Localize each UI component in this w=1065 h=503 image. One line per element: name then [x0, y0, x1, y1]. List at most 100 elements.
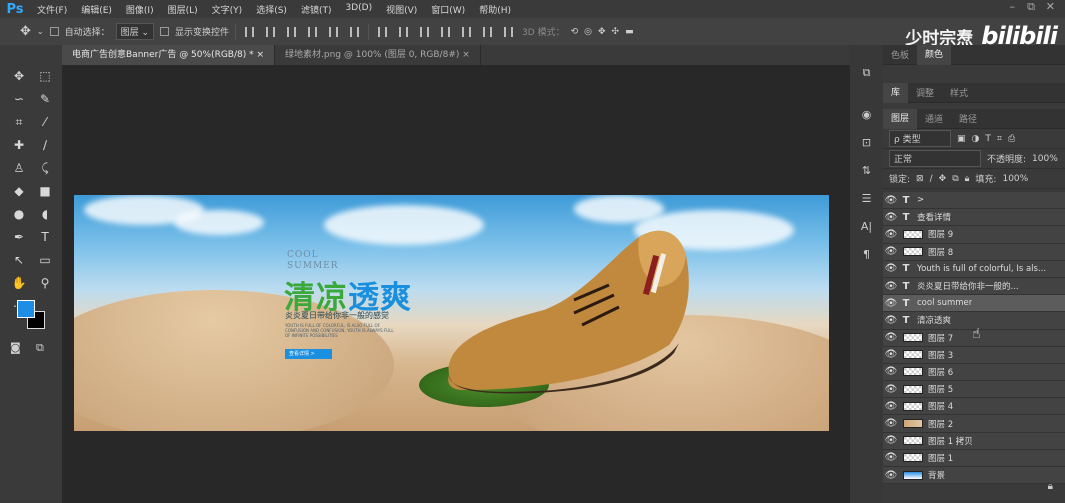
- 3d-pan-icon[interactable]: ✥: [598, 27, 606, 37]
- tab-channels[interactable]: 通道: [917, 112, 951, 125]
- eraser-tool-icon[interactable]: ◆: [8, 182, 30, 201]
- layer-row[interactable]: 👁︎ 图层 3: [883, 346, 1065, 364]
- menu-item[interactable]: 窗口(W): [424, 3, 472, 16]
- lock-brush-icon[interactable]: ∕: [930, 174, 933, 184]
- visibility-eye-icon[interactable]: 👁︎: [883, 418, 899, 429]
- menu-item[interactable]: 选择(S): [249, 3, 294, 16]
- 3d-rotate-icon[interactable]: ⟲: [571, 27, 579, 37]
- tab-styles[interactable]: 样式: [942, 86, 976, 99]
- align-left-icon[interactable]: [308, 26, 318, 37]
- filter-pixel-icon[interactable]: ▣: [957, 134, 966, 144]
- layer-row[interactable]: 👁︎ 图层 9: [883, 226, 1065, 244]
- layer-row[interactable]: 👁︎ 图层 8: [883, 243, 1065, 261]
- close-icon[interactable]: ×: [462, 50, 470, 60]
- gradient-tool-icon[interactable]: ■: [34, 182, 56, 201]
- distribute-right-icon[interactable]: [483, 26, 493, 37]
- distribute-vcenter-icon[interactable]: [399, 26, 409, 37]
- visibility-eye-icon[interactable]: 👁︎: [883, 281, 899, 292]
- 3d-scale-icon[interactable]: ▬: [625, 27, 634, 37]
- layer-row[interactable]: 👁︎ T 炎炎夏日带给你非一般的...: [883, 277, 1065, 296]
- menu-item[interactable]: 视图(V): [379, 3, 424, 16]
- layer-row[interactable]: 👁︎ 图层 1 拷贝: [883, 432, 1065, 450]
- fill-value[interactable]: 100%: [1002, 174, 1028, 184]
- character-icon[interactable]: A|: [850, 213, 883, 241]
- healing-brush-tool-icon[interactable]: ✚: [8, 136, 30, 155]
- visibility-eye-icon[interactable]: 👁︎: [883, 384, 899, 395]
- history-icon[interactable]: ⧉: [850, 59, 883, 87]
- tab-color[interactable]: 颜色: [917, 45, 952, 65]
- tab-layers[interactable]: 图层: [883, 108, 918, 129]
- canvas-area[interactable]: COOL SUMMER 清凉透爽 炎炎夏日带给你非一般的感觉 YOUTH IS …: [62, 65, 850, 503]
- menu-item[interactable]: 文件(F): [30, 3, 74, 16]
- screen-mode-icon[interactable]: ⧉: [36, 341, 44, 355]
- layer-filter-dropdown[interactable]: ρ 类型: [889, 130, 951, 147]
- tool-preset-icon[interactable]: ⇅: [850, 157, 883, 185]
- tab-banner-document[interactable]: 电商广告创意Banner广告 @ 50%(RGB/8) * ×: [62, 45, 276, 65]
- lock-move-icon[interactable]: ✥: [939, 174, 947, 184]
- minimize-button[interactable]: –: [1010, 0, 1016, 13]
- visibility-eye-icon[interactable]: 👁︎: [883, 298, 899, 309]
- layer-row[interactable]: 👁︎ 图层 4: [883, 398, 1065, 416]
- path-select-tool-icon[interactable]: ↖: [8, 251, 30, 270]
- visibility-eye-icon[interactable]: 👁︎: [883, 349, 899, 360]
- close-icon[interactable]: ×: [256, 50, 264, 60]
- marquee-tool-icon[interactable]: ⬚: [34, 67, 56, 86]
- menu-item[interactable]: 图层(L): [161, 3, 205, 16]
- foreground-color-swatch[interactable]: [17, 300, 35, 318]
- layer-row[interactable]: 👁︎ 图层 6: [883, 363, 1065, 382]
- align-top-icon[interactable]: [245, 26, 255, 37]
- visibility-eye-icon[interactable]: 👁︎: [883, 470, 899, 481]
- layer-row[interactable]: 👁︎ T Youth is full of colorful, Is als...: [883, 260, 1065, 278]
- 3d-slide-icon[interactable]: ✣: [612, 27, 620, 37]
- lock-artboard-icon[interactable]: ⧉: [952, 174, 958, 184]
- dodge-tool-icon[interactable]: ◖: [34, 205, 56, 224]
- menu-item[interactable]: 滤镜(T): [294, 3, 339, 16]
- align-vcenter-icon[interactable]: [266, 26, 276, 37]
- tab-adjustments[interactable]: 调整: [908, 86, 942, 99]
- eyedropper-tool-icon[interactable]: ⁄: [34, 113, 56, 132]
- visibility-eye-icon[interactable]: 👁︎: [883, 263, 899, 274]
- menu-item[interactable]: 帮助(H): [472, 3, 518, 16]
- visibility-eye-icon[interactable]: 👁︎: [883, 366, 899, 377]
- blur-tool-icon[interactable]: ●: [8, 205, 30, 224]
- 3d-roll-icon[interactable]: ◎: [584, 27, 592, 37]
- lock-transparent-icon[interactable]: ⊠: [916, 174, 924, 184]
- pen-tool-icon[interactable]: ✒: [8, 228, 30, 247]
- visibility-eye-icon[interactable]: 👁︎: [883, 229, 899, 240]
- move-tool-icon[interactable]: ✥: [8, 67, 30, 86]
- quick-select-tool-icon[interactable]: ✎: [34, 90, 56, 109]
- tab-paths[interactable]: 路径: [951, 112, 985, 125]
- layer-row[interactable]: 👁︎ 背景: [883, 467, 1065, 485]
- type-tool-icon[interactable]: T: [34, 228, 56, 247]
- visibility-eye-icon[interactable]: 👁︎: [883, 246, 899, 257]
- layer-row[interactable]: 👁︎ T 查看详情: [883, 209, 1065, 227]
- distribute-left-icon[interactable]: [441, 26, 451, 37]
- rectangle-tool-icon[interactable]: ▭: [34, 251, 56, 270]
- visibility-eye-icon[interactable]: 👁︎: [883, 452, 899, 463]
- visibility-eye-icon[interactable]: 👁︎: [883, 332, 899, 343]
- clone-stamp-tool-icon[interactable]: ♙: [8, 159, 30, 178]
- auto-select-dropdown[interactable]: 图层 ⌄: [115, 23, 155, 40]
- menu-item[interactable]: 编辑(E): [74, 3, 119, 16]
- move-tool-icon[interactable]: ✥: [20, 24, 31, 39]
- align-hcenter-icon[interactable]: [329, 26, 339, 37]
- paragraph-icon[interactable]: ¶: [850, 241, 883, 269]
- properties-icon[interactable]: ◉: [850, 101, 883, 129]
- filter-type-icon[interactable]: T: [985, 134, 991, 144]
- layer-row[interactable]: 👁︎ 图层 2: [883, 415, 1065, 433]
- layer-row[interactable]: 👁︎ 图层 5: [883, 381, 1065, 399]
- history-brush-tool-icon[interactable]: ⤹: [34, 159, 56, 178]
- lasso-tool-icon[interactable]: ∽: [8, 90, 30, 109]
- align-bottom-icon[interactable]: [287, 26, 297, 37]
- blend-mode-dropdown[interactable]: 正常: [889, 150, 981, 167]
- visibility-eye-icon[interactable]: 👁︎: [883, 195, 899, 206]
- menu-item[interactable]: 3D(D): [338, 3, 379, 16]
- hand-tool-icon[interactable]: ✋: [8, 274, 30, 293]
- distribute-hcenter-icon[interactable]: [462, 26, 472, 37]
- filter-adjust-icon[interactable]: ◑: [972, 134, 980, 144]
- adjust-icon[interactable]: ☰: [850, 185, 883, 213]
- align-right-icon[interactable]: [350, 26, 360, 37]
- quick-mask-icon[interactable]: ◙: [10, 341, 21, 354]
- zoom-tool-icon[interactable]: ⚲: [34, 274, 56, 293]
- visibility-eye-icon[interactable]: 👁︎: [883, 212, 899, 223]
